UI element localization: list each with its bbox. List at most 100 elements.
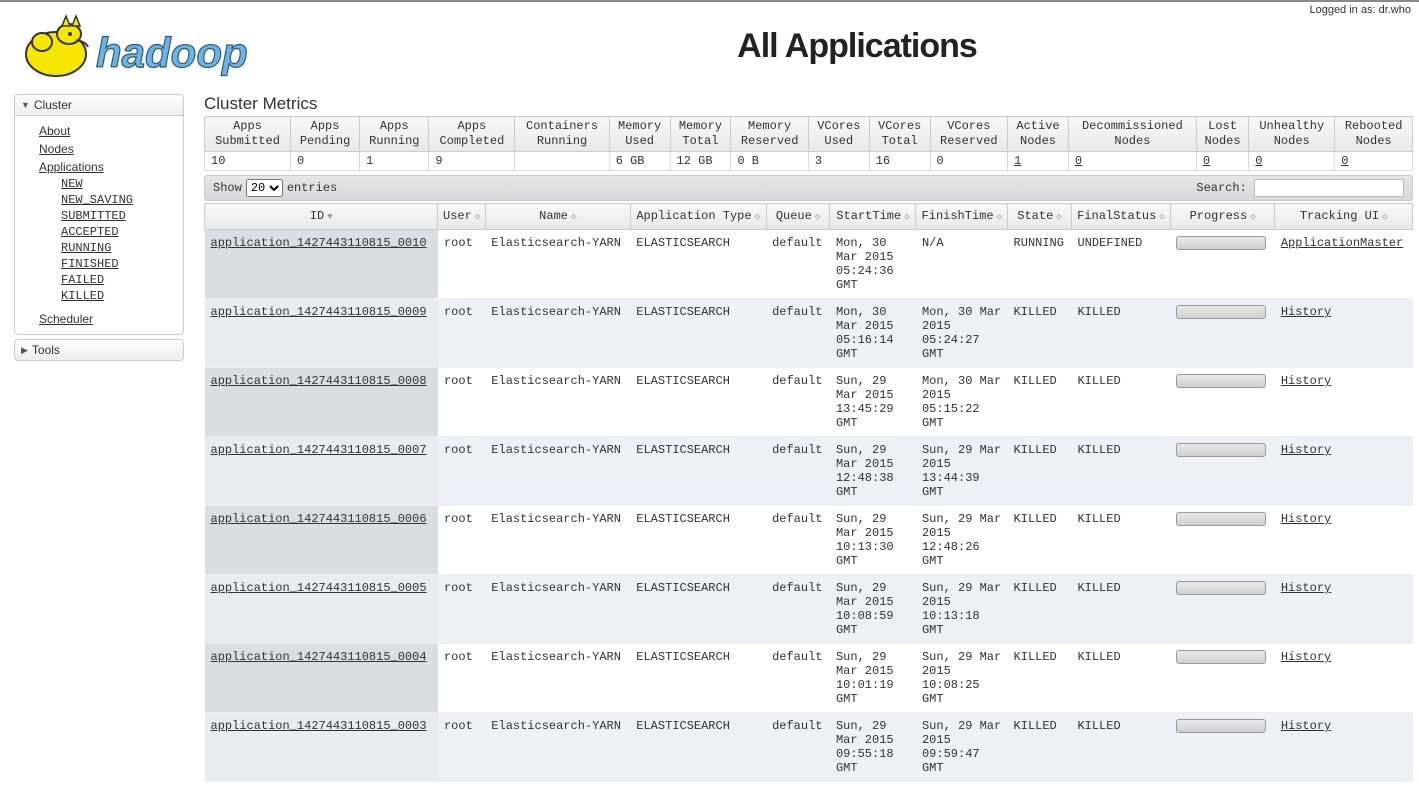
page-title: All Applications bbox=[737, 27, 977, 65]
cell-user: root bbox=[438, 575, 485, 644]
nav-state-finished[interactable]: FINISHED bbox=[61, 256, 179, 272]
apps-header-name[interactable]: Name◇ bbox=[485, 204, 630, 230]
cell-finalstatus: KILLED bbox=[1071, 713, 1170, 782]
tracking-ui-link[interactable]: History bbox=[1281, 719, 1331, 733]
tracking-ui-link[interactable]: History bbox=[1281, 305, 1331, 319]
page-size-select[interactable]: 20 bbox=[246, 179, 283, 197]
sidebar: ▼ Cluster About Nodes Applications NEWNE… bbox=[14, 94, 184, 365]
cell-tracking: History bbox=[1275, 575, 1413, 644]
sidebar-tools-header[interactable]: ▶ Tools bbox=[15, 340, 183, 360]
cell-user: root bbox=[438, 230, 485, 299]
applications-table: ID▼User◇Name◇Application Type◇Queue◇Star… bbox=[204, 203, 1413, 782]
metrics-value: 9 bbox=[429, 152, 515, 171]
nav-scheduler[interactable]: Scheduler bbox=[39, 310, 179, 328]
apps-header-queue[interactable]: Queue◇ bbox=[766, 204, 830, 230]
cell-tracking: History bbox=[1275, 713, 1413, 782]
cell-start: Sun, 29 Mar 2015 12:48:38 GMT bbox=[830, 437, 916, 506]
apps-header-finalstatus[interactable]: FinalStatus◇ bbox=[1071, 204, 1170, 230]
cell-type: ELASTICSEARCH bbox=[630, 644, 766, 713]
apps-header-finishtime[interactable]: FinishTime◇ bbox=[916, 204, 1008, 230]
cell-queue: default bbox=[766, 575, 830, 644]
cell-finalstatus: KILLED bbox=[1071, 368, 1170, 437]
cell-finish: N/A bbox=[916, 230, 1008, 299]
progress-bar bbox=[1176, 512, 1266, 526]
tracking-ui-link[interactable]: ApplicationMaster bbox=[1281, 236, 1403, 250]
cell-start: Sun, 29 Mar 2015 10:13:30 GMT bbox=[830, 506, 916, 575]
cell-id: application_1427443110815_0008 bbox=[205, 368, 438, 437]
tracking-ui-link[interactable]: History bbox=[1281, 443, 1331, 457]
nav-about[interactable]: About bbox=[39, 122, 179, 140]
cell-queue: default bbox=[766, 230, 830, 299]
cell-finalstatus: KILLED bbox=[1071, 299, 1170, 368]
nav-state-submitted[interactable]: SUBMITTED bbox=[61, 208, 179, 224]
cell-name: Elasticsearch-YARN bbox=[485, 368, 630, 437]
svg-text:hadoop: hadoop bbox=[96, 29, 248, 76]
metrics-header: AppsPending bbox=[290, 117, 359, 152]
tracking-ui-link[interactable]: History bbox=[1281, 374, 1331, 388]
nav-state-new[interactable]: NEW bbox=[61, 176, 179, 192]
metrics-value[interactable]: 0 bbox=[1335, 152, 1413, 171]
application-id-link[interactable]: application_1427443110815_0008 bbox=[211, 374, 427, 388]
nav-applications[interactable]: Applications bbox=[39, 158, 179, 176]
sort-icon: ◇ bbox=[904, 212, 909, 222]
sort-icon: ◇ bbox=[755, 212, 760, 222]
apps-header-starttime[interactable]: StartTime◇ bbox=[830, 204, 916, 230]
table-row: application_1427443110815_0007rootElasti… bbox=[205, 437, 1413, 506]
nav-nodes[interactable]: Nodes bbox=[39, 140, 179, 158]
progress-bar bbox=[1176, 443, 1266, 457]
cell-queue: default bbox=[766, 368, 830, 437]
apps-header-progress[interactable]: Progress◇ bbox=[1170, 204, 1274, 230]
apps-header-id[interactable]: ID▼ bbox=[205, 204, 438, 230]
application-id-link[interactable]: application_1427443110815_0003 bbox=[211, 719, 427, 733]
sort-icon: ◇ bbox=[815, 212, 820, 222]
sidebar-cluster-panel: ▼ Cluster About Nodes Applications NEWNE… bbox=[14, 94, 184, 335]
nav-state-new_saving[interactable]: NEW_SAVING bbox=[61, 192, 179, 208]
search-input[interactable] bbox=[1254, 179, 1404, 197]
application-id-link[interactable]: application_1427443110815_0009 bbox=[211, 305, 427, 319]
cell-state: KILLED bbox=[1008, 368, 1072, 437]
apps-header-user[interactable]: User◇ bbox=[438, 204, 485, 230]
apps-header-application-type[interactable]: Application Type◇ bbox=[630, 204, 766, 230]
nav-state-running[interactable]: RUNNING bbox=[61, 240, 179, 256]
cell-state: RUNNING bbox=[1008, 230, 1072, 299]
nav-state-accepted[interactable]: ACCEPTED bbox=[61, 224, 179, 240]
nav-state-failed[interactable]: FAILED bbox=[61, 272, 179, 288]
sort-icon: ◇ bbox=[1159, 212, 1164, 222]
metrics-value[interactable]: 0 bbox=[1068, 152, 1196, 171]
apps-header-tracking-ui[interactable]: Tracking UI◇ bbox=[1275, 204, 1413, 230]
metrics-value[interactable]: 0 bbox=[1196, 152, 1248, 171]
sidebar-cluster-header[interactable]: ▼ Cluster bbox=[15, 95, 183, 116]
metrics-value[interactable]: 0 bbox=[1249, 152, 1335, 171]
cell-start: Sun, 29 Mar 2015 09:55:18 GMT bbox=[830, 713, 916, 782]
application-id-link[interactable]: application_1427443110815_0007 bbox=[211, 443, 427, 457]
metrics-value: 3 bbox=[808, 152, 869, 171]
application-id-link[interactable]: application_1427443110815_0005 bbox=[211, 581, 427, 595]
cell-queue: default bbox=[766, 299, 830, 368]
sort-icon: ◇ bbox=[1056, 212, 1061, 222]
metrics-value[interactable]: 1 bbox=[1008, 152, 1069, 171]
application-id-link[interactable]: application_1427443110815_0010 bbox=[211, 236, 427, 250]
sidebar-tools-label: Tools bbox=[32, 343, 60, 357]
cell-user: root bbox=[438, 713, 485, 782]
application-id-link[interactable]: application_1427443110815_0004 bbox=[211, 650, 427, 664]
cell-tracking: History bbox=[1275, 644, 1413, 713]
cell-id: application_1427443110815_0006 bbox=[205, 506, 438, 575]
cell-queue: default bbox=[766, 506, 830, 575]
sidebar-tools-panel: ▶ Tools bbox=[14, 339, 184, 361]
apps-header-state[interactable]: State◇ bbox=[1008, 204, 1072, 230]
metrics-header: MemoryTotal bbox=[670, 117, 731, 152]
triangle-right-icon: ▶ bbox=[21, 345, 28, 356]
metrics-header: UnhealthyNodes bbox=[1249, 117, 1335, 152]
application-id-link[interactable]: application_1427443110815_0006 bbox=[211, 512, 427, 526]
progress-bar bbox=[1176, 650, 1266, 664]
cell-finish: Sun, 29 Mar 2015 10:08:25 GMT bbox=[916, 644, 1008, 713]
nav-state-killed[interactable]: KILLED bbox=[61, 288, 179, 304]
cell-user: root bbox=[438, 437, 485, 506]
cell-state: KILLED bbox=[1008, 575, 1072, 644]
tracking-ui-link[interactable]: History bbox=[1281, 581, 1331, 595]
tracking-ui-link[interactable]: History bbox=[1281, 512, 1331, 526]
cell-state: KILLED bbox=[1008, 437, 1072, 506]
tracking-ui-link[interactable]: History bbox=[1281, 650, 1331, 664]
cell-type: ELASTICSEARCH bbox=[630, 713, 766, 782]
cell-id: application_1427443110815_0003 bbox=[205, 713, 438, 782]
